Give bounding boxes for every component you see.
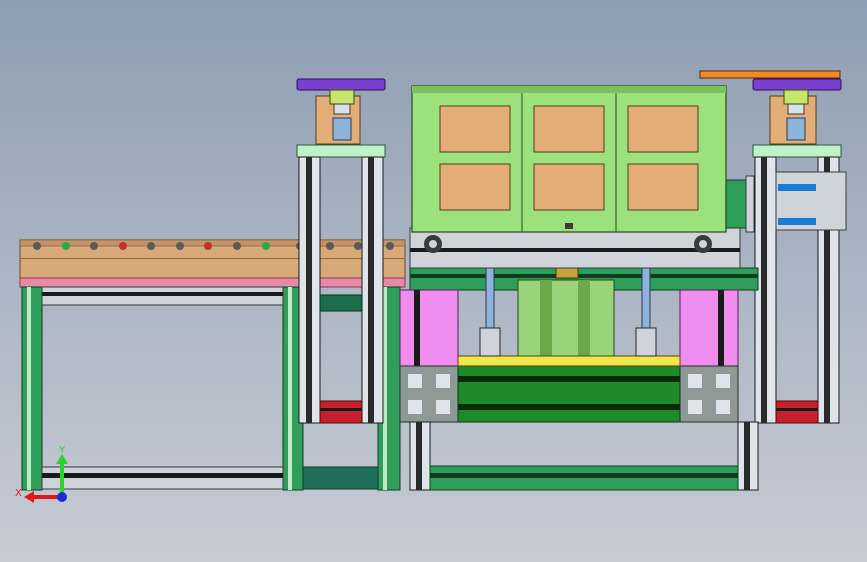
y-axis-label: Y bbox=[58, 445, 66, 456]
conveyor-support-frame[interactable] bbox=[21, 286, 401, 491]
cabinet-head[interactable] bbox=[411, 85, 755, 233]
x-axis-label: X bbox=[15, 488, 22, 499]
aluminum-profile-right bbox=[679, 365, 739, 423]
aluminum-profile-left bbox=[399, 365, 459, 423]
cad-viewport[interactable]: Y X bbox=[0, 0, 867, 562]
assembly-model-view[interactable]: Y X bbox=[0, 0, 867, 562]
roller-conveyor[interactable] bbox=[19, 239, 406, 288]
